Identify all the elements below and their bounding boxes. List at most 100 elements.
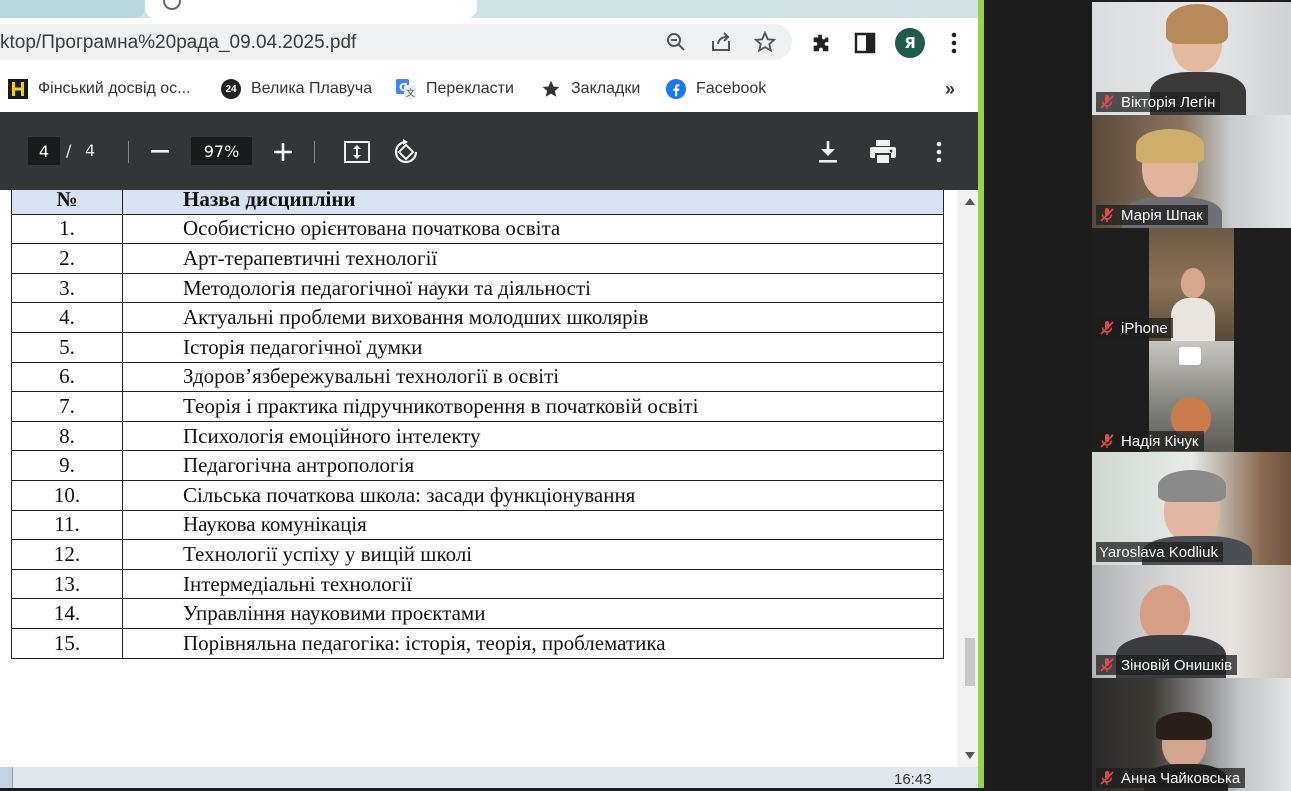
scroll-up-arrow-icon[interactable]: [965, 198, 975, 205]
browser-window: ktop/Програмна%20рада_09.04.2025.pdf Я Ф…: [0, 0, 978, 788]
start-button[interactable]: [0, 767, 13, 788]
participant-tile[interactable]: Анна Чайковська: [1092, 678, 1291, 791]
toolbar-divider: [128, 141, 129, 163]
share-icon[interactable]: [709, 30, 733, 54]
facebook-icon: [666, 79, 686, 99]
participant-name: Марія Шпак: [1121, 206, 1203, 224]
table-row: 7. Теорія і практика підручникотворення в…: [11, 391, 944, 422]
discipline-name: Здоров’язбережувальні технології в освіт…: [122, 361, 944, 393]
taskbar-clock: 16:43: [894, 771, 932, 788]
discipline-name: Історія педагогічної думки: [122, 331, 944, 363]
table-row: 8. Психологія емоційного інтелекту: [11, 420, 944, 452]
muted-mic-icon: [1100, 658, 1114, 672]
table-row: 10. Сільська початкова школа: засади функ…: [11, 479, 944, 511]
participant-tile-active-speaker[interactable]: Yaroslava Kodliuk: [1092, 452, 1291, 565]
participant-face: [1140, 585, 1190, 641]
muted-mic-icon: [1100, 321, 1114, 335]
translate-icon: G文: [396, 79, 416, 99]
discipline-name: Методологія педагогічної науки та діяльн…: [122, 272, 944, 304]
pdf-scrollbar[interactable]: [957, 190, 978, 767]
svg-text:文: 文: [406, 87, 415, 99]
screen-share-border: [978, 0, 984, 788]
table-row: 15. Порівняльна педагогіка: історія, теор…: [11, 627, 944, 659]
discipline-name: Наукова комунікація: [122, 509, 944, 541]
participant-gallery: Вікторія Легін Марія Шпак iPhone Надія К…: [1092, 0, 1291, 791]
participant-tile[interactable]: Марія Шпак: [1092, 115, 1291, 228]
side-panel-icon[interactable]: [852, 30, 878, 56]
discipline-name: Психологія емоційного інтелекту: [122, 420, 944, 452]
table-row: 13. Інтермедіальні технології: [11, 568, 944, 600]
tab-inactive[interactable]: [0, 0, 145, 18]
participant-hair: [1166, 4, 1228, 44]
discipline-name: Теорія і практика підручникотворення в п…: [122, 391, 944, 422]
bookmark-item[interactable]: 24 Велика Плавуча: [221, 78, 372, 100]
table-row: 3. Методологія педагогічної науки та діял…: [11, 272, 944, 304]
zoom-level-input[interactable]: 97%: [191, 137, 252, 165]
bookmark-item[interactable]: Facebook: [666, 78, 766, 100]
participant-tile[interactable]: Зіновій Онишків: [1092, 565, 1291, 678]
participant-tile[interactable]: Надія Кічук: [1092, 341, 1291, 454]
zoom-in-icon[interactable]: [269, 138, 297, 166]
tab-active[interactable]: [145, 0, 477, 18]
address-bar[interactable]: ktop/Програмна%20рада_09.04.2025.pdf: [0, 24, 792, 60]
zoom-out-icon[interactable]: [146, 138, 174, 166]
row-number: 12.: [11, 539, 123, 570]
bookmark-label: Фінський досвід ос...: [38, 80, 191, 97]
bookmark-item[interactable]: Фінський досвід ос...: [8, 78, 191, 100]
table-row: 1. Особистісно орієнтована початкова осві…: [11, 213, 944, 245]
row-number: 10.: [11, 479, 123, 511]
tab-strip-empty: [477, 0, 978, 18]
participant-name: iPhone: [1121, 319, 1168, 337]
ceiling-light: [1179, 347, 1201, 365]
download-icon[interactable]: [814, 138, 842, 166]
bookmarks-overflow-button[interactable]: »: [945, 78, 955, 100]
scrollbar-thumb[interactable]: [965, 638, 975, 686]
discipline-name: Арт-терапевтичні технології: [122, 243, 944, 274]
bookmark-star-icon[interactable]: [753, 30, 777, 54]
rotate-icon[interactable]: [392, 138, 420, 166]
page-number-input[interactable]: 4: [28, 137, 60, 165]
participant-name: Анна Чайковська: [1121, 769, 1241, 787]
row-number: 1.: [11, 213, 123, 245]
scroll-down-arrow-icon[interactable]: [965, 752, 975, 759]
row-number: 4.: [11, 302, 123, 333]
bookmark-label: Перекласти: [426, 80, 514, 97]
participant-tile[interactable]: Вікторія Легін: [1092, 2, 1291, 115]
bookmark-item[interactable]: Закладки: [541, 78, 640, 100]
extensions-puzzle-icon[interactable]: [808, 30, 834, 56]
row-number: 11.: [11, 509, 123, 541]
participant-name-tag: iPhone: [1096, 318, 1173, 338]
discipline-name: Технології успіху у вищій школі: [122, 539, 944, 570]
bookmark-label: Закладки: [571, 80, 641, 97]
discipline-name: Інтермедіальні технології: [122, 568, 944, 600]
participant-body: [1171, 298, 1215, 341]
badge-24-icon: 24: [221, 79, 241, 99]
discipline-name: Особистісно орієнтована початкова освіта: [122, 213, 944, 245]
browser-menu-icon[interactable]: [941, 30, 967, 56]
muted-mic-icon: [1100, 208, 1114, 222]
address-bar-url[interactable]: ktop/Програмна%20рада_09.04.2025.pdf: [0, 32, 356, 54]
pdf-more-icon[interactable]: [925, 138, 953, 166]
participant-name-tag: Анна Чайковська: [1096, 768, 1246, 788]
profile-avatar[interactable]: Я: [895, 28, 925, 58]
row-number: 9.: [11, 450, 123, 481]
row-number: 6.: [11, 361, 123, 393]
taskbar: 16:43: [0, 767, 978, 788]
badge-24-text: 24: [225, 83, 237, 95]
participant-hair: [1158, 470, 1226, 502]
zoom-icon[interactable]: [664, 30, 688, 54]
participant-name-tag: Надія Кічук: [1096, 431, 1204, 451]
tab-favicon-icon: [163, 0, 181, 10]
row-number: 2.: [11, 243, 123, 274]
tab-strip: [0, 0, 978, 18]
column-header-number: №: [11, 190, 123, 215]
participant-tile[interactable]: iPhone: [1092, 228, 1291, 341]
participant-name: Yaroslava Kodliuk: [1099, 543, 1218, 561]
print-icon[interactable]: [869, 138, 897, 166]
participant-name-tag: Вікторія Легін: [1096, 92, 1221, 112]
bookmark-item[interactable]: G文 Перекласти: [396, 78, 514, 100]
bookmarks-bar: Фінський досвід ос... 24 Велика Плавуча …: [0, 68, 978, 112]
table-row: 5. Історія педагогічної думки: [11, 331, 944, 363]
fit-to-page-icon[interactable]: [343, 138, 371, 166]
participant-hair: [1136, 129, 1204, 163]
